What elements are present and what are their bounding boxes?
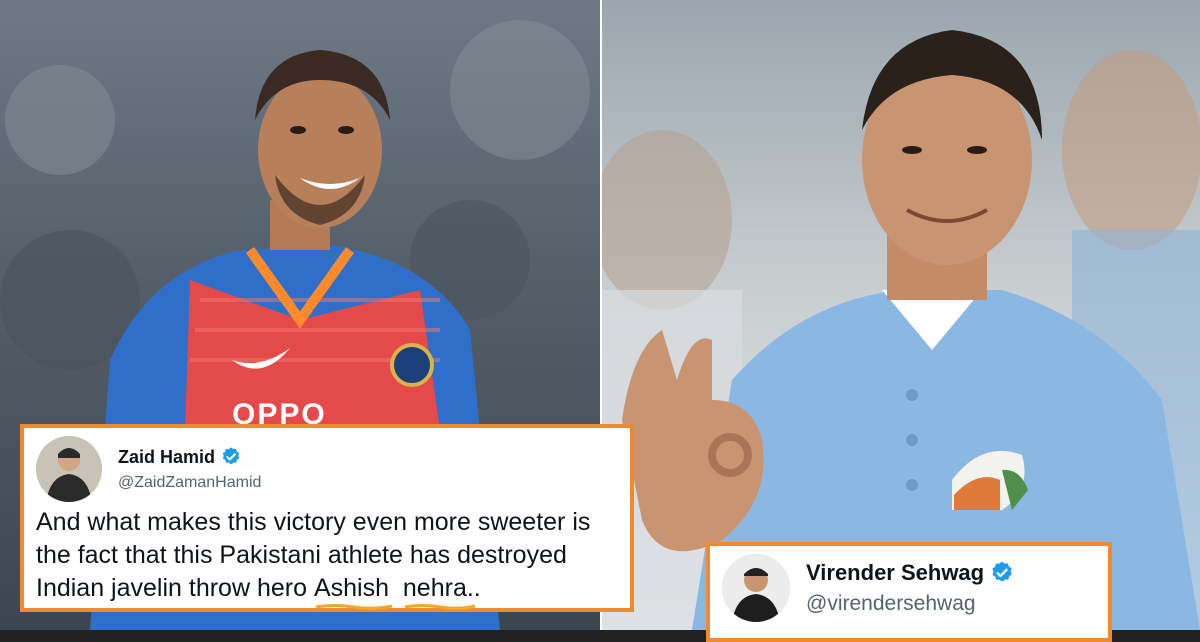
highlight-nehra-text: nehra <box>402 574 467 602</box>
underline-mark <box>404 604 476 610</box>
avatar[interactable] <box>36 436 102 502</box>
display-name[interactable]: Virender Sehwag <box>806 560 984 586</box>
right-photo-illustration <box>602 30 1200 630</box>
verified-badge-icon <box>220 446 242 468</box>
tweet-text-trailing: .. <box>466 574 481 602</box>
highlight-ashish-text: Ashish <box>313 574 389 602</box>
avatar[interactable] <box>722 554 790 622</box>
tweet-card-zaid-hamid[interactable]: Zaid Hamid @ZaidZamanHamid And what make… <box>20 424 634 612</box>
verified-badge-icon <box>989 560 1015 586</box>
highlight-ashish: Ashish <box>313 572 393 610</box>
handle[interactable]: @ZaidZamanHamid <box>118 474 261 492</box>
highlight-nehra: nehra <box>402 572 476 610</box>
tweet-text: And what makes this victory even more sw… <box>36 506 618 610</box>
tweet-card-virender-sehwag[interactable]: Virender Sehwag @virendersehwag <box>706 542 1112 642</box>
display-name[interactable]: Zaid Hamid <box>118 447 215 468</box>
handle[interactable]: @virendersehwag <box>806 592 1015 616</box>
right-photo <box>602 0 1200 630</box>
underline-mark <box>315 604 393 610</box>
